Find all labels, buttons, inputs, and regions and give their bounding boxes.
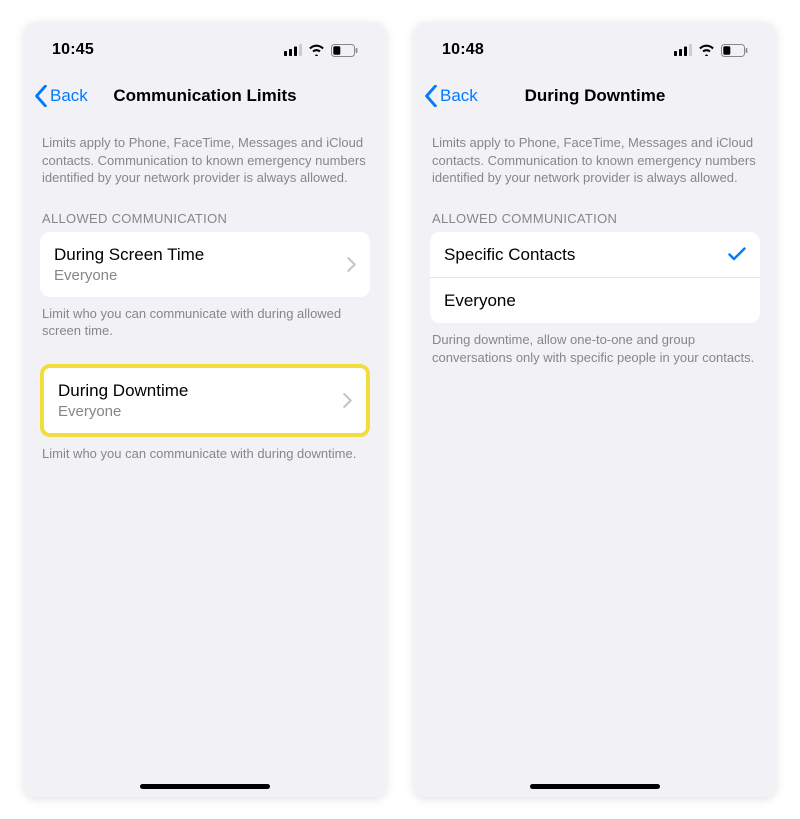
phone-left: 10:45 Back Communication Limits Limits a… [24,22,386,797]
page-title: During Downtime [525,86,666,106]
status-icons [674,44,748,57]
back-button[interactable]: Back [28,81,94,111]
row-title: During Screen Time [54,244,204,265]
row-subtitle: Everyone [58,403,188,421]
option-label: Specific Contacts [444,244,575,265]
option-footer: During downtime, allow one-to-one and gr… [430,323,760,372]
chevron-left-icon [424,85,438,107]
content: Limits apply to Phone, FaceTime, Message… [414,118,776,797]
section-header: ALLOWED COMMUNICATION [42,211,370,226]
cell-group-screen-time: During Screen Time Everyone [40,232,370,297]
row-during-screen-time[interactable]: During Screen Time Everyone [40,232,370,297]
row-title: During Downtime [58,380,188,401]
status-time: 10:48 [442,41,484,59]
option-everyone[interactable]: Everyone [430,277,760,323]
status-bar: 10:45 [24,22,386,68]
row-text: During Screen Time Everyone [54,244,204,285]
checkmark-icon [728,246,746,262]
row-during-downtime[interactable]: During Downtime Everyone [44,368,366,433]
status-time: 10:45 [52,41,94,59]
nav-bar: Back During Downtime [414,74,776,118]
chevron-right-icon [347,257,356,272]
option-specific-contacts[interactable]: Specific Contacts [430,232,760,277]
back-button[interactable]: Back [418,81,484,111]
section-header: ALLOWED COMMUNICATION [432,211,760,226]
back-label: Back [50,86,88,106]
back-label: Back [440,86,478,106]
phone-right: 10:48 Back During Downtime Limits apply … [414,22,776,797]
status-icons [284,44,358,57]
wifi-icon [698,44,715,56]
row-text: During Downtime Everyone [58,380,188,421]
home-indicator[interactable] [530,784,660,789]
chevron-left-icon [34,85,48,107]
nav-bar: Back Communication Limits [24,74,386,118]
home-indicator[interactable] [140,784,270,789]
intro-text: Limits apply to Phone, FaceTime, Message… [430,126,760,197]
battery-icon [331,44,358,57]
cell-group-during-downtime: During Downtime Everyone [40,364,370,437]
option-label: Everyone [444,290,516,311]
battery-icon [721,44,748,57]
cellular-icon [284,44,302,56]
option-group: Specific Contacts Everyone [430,232,760,324]
intro-text: Limits apply to Phone, FaceTime, Message… [40,126,370,197]
row-subtitle: Everyone [54,267,204,285]
chevron-right-icon [343,393,352,408]
row-footer: Limit who you can communicate with durin… [40,437,370,469]
cellular-icon [674,44,692,56]
page-title: Communication Limits [113,86,296,106]
wifi-icon [308,44,325,56]
status-bar: 10:48 [414,22,776,68]
row-footer: Limit who you can communicate with durin… [40,297,370,346]
content: Limits apply to Phone, FaceTime, Message… [24,118,386,797]
